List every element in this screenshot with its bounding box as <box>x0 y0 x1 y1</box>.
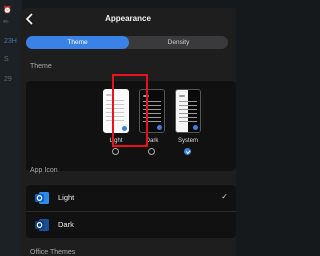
tab-density[interactable]: Density <box>129 36 228 49</box>
background-item: S <box>4 56 9 63</box>
theme-radio-dark[interactable] <box>148 148 155 155</box>
segmented-control: Theme Density <box>26 36 228 49</box>
theme-radio-system[interactable] <box>184 148 191 155</box>
outlook-light-icon <box>35 192 49 204</box>
background-sidebar: ⏰ ✏ 23H S 29 <box>0 0 22 256</box>
background-item: 23H <box>4 38 17 45</box>
annotation-highlight-box <box>112 74 148 147</box>
office-themes-heading: Office Themes <box>30 249 76 256</box>
app-icon-option-light[interactable]: Light ✓ <box>26 185 236 211</box>
theme-radio-light[interactable] <box>112 148 119 155</box>
app-icon-label: Light <box>58 193 75 202</box>
edit-icon: ✏ <box>3 19 9 26</box>
app-icon-section-heading: App Icon <box>30 167 58 174</box>
appearance-sheet: Appearance Theme Density Theme Light Dar… <box>20 8 236 256</box>
theme-option-label: System <box>177 138 198 144</box>
theme-section-heading: Theme <box>30 63 52 70</box>
tab-theme[interactable]: Theme <box>26 36 129 49</box>
system-theme-preview <box>175 89 201 133</box>
alarm-icon: ⏰ <box>3 7 12 14</box>
checkmark-icon: ✓ <box>221 192 228 201</box>
app-icon-option-dark[interactable]: Dark <box>26 211 236 238</box>
app-icon-label: Dark <box>58 220 74 229</box>
outlook-dark-icon <box>35 219 49 231</box>
background-item: 29 <box>4 76 12 83</box>
page-title: Appearance <box>105 14 151 23</box>
